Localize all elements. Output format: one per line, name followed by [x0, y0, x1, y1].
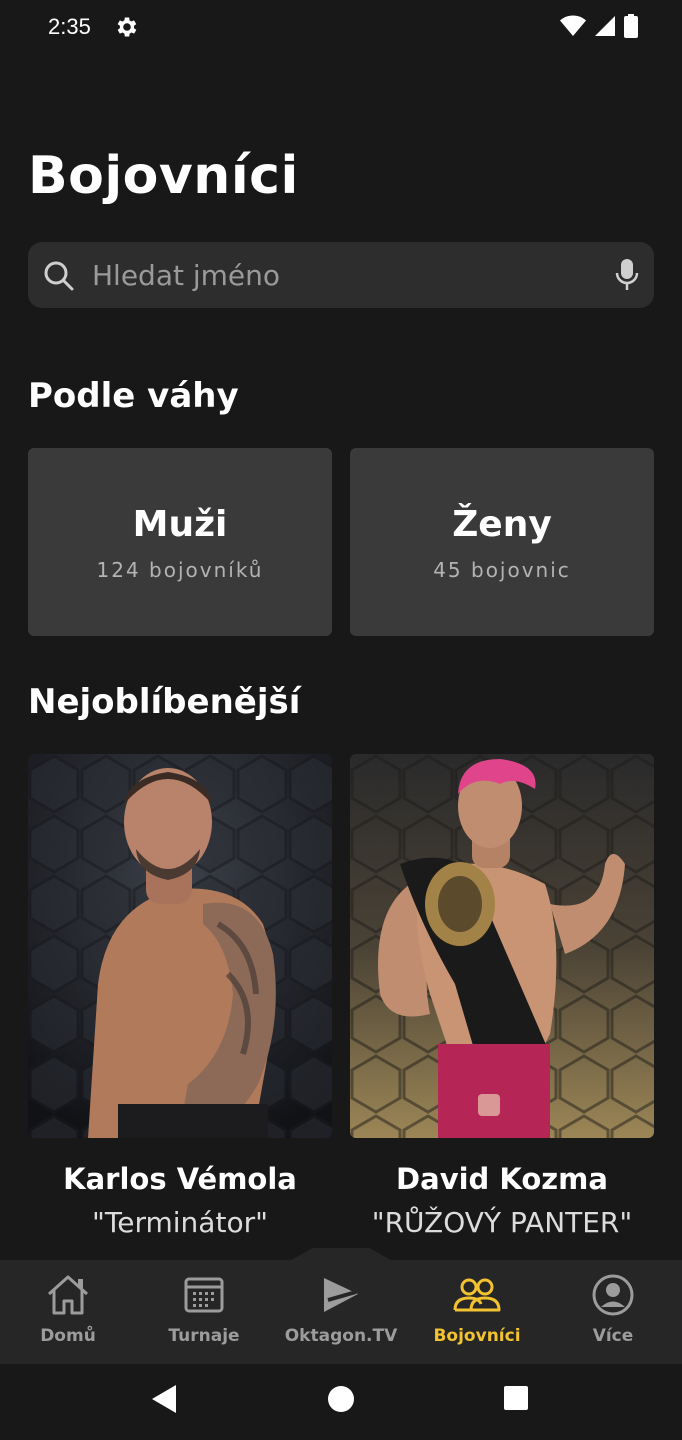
section-title-popular: Nejoblíbenější: [28, 682, 301, 722]
calendar-icon: [184, 1277, 224, 1313]
fighter-name: Karlos Vémola: [63, 1162, 297, 1196]
profile-icon: [592, 1274, 634, 1316]
search-bar[interactable]: [28, 242, 654, 308]
nav-label: Více: [592, 1326, 634, 1346]
battery-icon: [624, 14, 638, 38]
nav-item-fighters[interactable]: Bojovníci: [417, 1272, 537, 1346]
nav-item-more[interactable]: Více: [553, 1272, 673, 1346]
wifi-icon: [560, 15, 586, 36]
settings-gear-icon: [117, 17, 137, 37]
oktagon-tv-icon: [324, 1278, 358, 1312]
nav-label: Turnaje: [168, 1326, 240, 1346]
fighter-card-vemola[interactable]: Karlos Vémola "Terminátor": [28, 754, 332, 1239]
microphone-icon[interactable]: [614, 258, 640, 292]
back-icon[interactable]: [150, 1384, 178, 1414]
nav-item-home[interactable]: Domů: [8, 1272, 128, 1346]
page-title: Bojovníci: [28, 146, 299, 206]
cellular-signal-icon: [595, 16, 615, 36]
nav-label: Domů: [40, 1326, 96, 1346]
people-icon: [453, 1278, 501, 1312]
status-bar: 2:35: [0, 0, 682, 56]
fighter-photo: [350, 754, 654, 1138]
weight-card-count: 124 bojovníků: [96, 558, 264, 582]
nav-item-oktagon-tv[interactable]: Oktagon.TV: [281, 1272, 401, 1346]
weight-card-count: 45 bojovnic: [433, 558, 571, 582]
weight-card-men[interactable]: Muži 124 bojovníků: [28, 448, 332, 636]
fighter-nickname: "Terminátor": [92, 1206, 268, 1239]
weight-card-title: Muži: [132, 504, 228, 545]
weight-card-women[interactable]: Ženy 45 bojovnic: [350, 448, 654, 636]
fighter-nickname: "RŮŽOVÝ PANTER": [371, 1206, 633, 1239]
weight-card-title: Ženy: [452, 504, 552, 545]
section-title-by-weight: Podle váhy: [28, 376, 239, 416]
search-input[interactable]: [92, 254, 592, 296]
search-icon: [44, 261, 74, 291]
system-navigation-bar: [0, 1364, 682, 1440]
fighter-card-kozma[interactable]: David Kozma "RŮŽOVÝ PANTER": [350, 754, 654, 1239]
recents-icon[interactable]: [503, 1385, 529, 1411]
home-circle-icon[interactable]: [327, 1385, 355, 1413]
home-icon: [47, 1275, 89, 1315]
nav-item-tournaments[interactable]: Turnaje: [144, 1272, 264, 1346]
status-time: 2:35: [48, 14, 91, 39]
nav-label: Oktagon.TV: [284, 1326, 398, 1346]
nav-label: Bojovníci: [433, 1326, 521, 1346]
fighter-photo: [28, 754, 332, 1138]
fighter-name: David Kozma: [396, 1162, 608, 1196]
